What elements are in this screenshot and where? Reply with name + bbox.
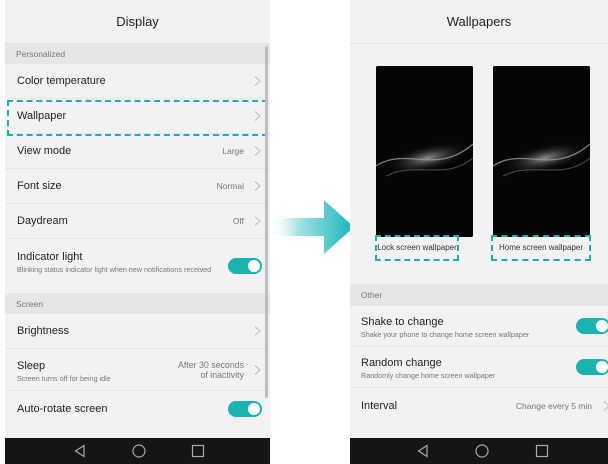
setting-label: Sleep [17, 360, 46, 372]
setting-random-change[interactable]: Random change Randomly change home scree… [350, 347, 608, 388]
toggle-knob [596, 361, 608, 373]
wallpaper-highlight-box [7, 100, 268, 136]
setting-label: View mode [17, 145, 72, 157]
setting-label: Auto-rotate screen [17, 402, 108, 415]
setting-brightness[interactable]: Brightness [5, 314, 270, 349]
home-circle-icon[interactable] [475, 444, 489, 458]
random-change-toggle[interactable] [576, 359, 608, 375]
recents-square-icon[interactable] [535, 444, 549, 458]
setting-shake-to-change[interactable]: Shake to change Shake your phone to chan… [350, 306, 608, 347]
chevron-right-icon [254, 76, 261, 86]
setting-description: Screen turns off for being idle [17, 374, 111, 383]
setting-value: Off [232, 216, 244, 226]
lock-screen-wallpaper-label[interactable]: Lock screen wallpaper [375, 243, 459, 252]
navigation-bar [350, 438, 608, 464]
setting-description: Randomly change home screen wallpaper [361, 371, 496, 380]
setting-label: Shake to change [361, 316, 444, 328]
screen-title: Wallpapers [350, 0, 608, 44]
setting-font-size[interactable]: Font size Normal [5, 169, 270, 204]
setting-label: Daydream [17, 215, 68, 227]
setting-label: Random change [361, 357, 442, 369]
back-triangle-icon[interactable] [416, 444, 430, 458]
home-screen-wallpaper-label[interactable]: Home screen wallpaper [491, 243, 591, 252]
wallpaper-image [376, 66, 473, 237]
setting-label: Color temperature [17, 75, 106, 87]
setting-value: Change every 5 min [515, 401, 592, 411]
setting-daydream[interactable]: Daydream Off [5, 204, 270, 239]
setting-value: Large [222, 146, 244, 156]
chevron-right-icon [254, 364, 261, 375]
recents-square-icon[interactable] [191, 444, 205, 458]
section-header-personalized: Personalized [5, 44, 270, 64]
section-header-other: Other [350, 284, 608, 306]
chevron-right-icon [254, 181, 261, 191]
chevron-right-icon [254, 326, 261, 336]
toggle-knob [596, 320, 608, 332]
setting-description: Shake your phone to change home screen w… [361, 330, 530, 339]
setting-label: Interval [361, 400, 398, 412]
toggle-knob [248, 260, 260, 272]
toggle-knob [248, 402, 260, 415]
setting-sleep[interactable]: Sleep Screen turns off for being idle Af… [5, 349, 270, 391]
indicator-light-toggle[interactable] [228, 258, 262, 274]
wallpaper-previews: Lock screen wallpaper Home screen wallpa… [350, 44, 608, 284]
setting-value: Normal [216, 181, 244, 191]
setting-label: Indicator light [17, 251, 83, 263]
lock-screen-wallpaper-preview[interactable] [376, 66, 473, 237]
wallpaper-image [493, 66, 590, 237]
setting-value: After 30 seconds of inactivity [178, 360, 244, 380]
sleep-value-line2: of inactivity [200, 369, 244, 380]
setting-interval[interactable]: Interval Change every 5 min [350, 388, 608, 424]
screen-title: Display [5, 0, 270, 44]
navigation-bar [5, 438, 270, 464]
chevron-right-icon [254, 146, 261, 156]
home-screen-wallpaper-preview[interactable] [493, 66, 590, 237]
setting-label: Font size [17, 180, 62, 192]
setting-label: Brightness [17, 325, 69, 337]
arrow-right-icon [268, 200, 354, 254]
setting-auto-rotate[interactable]: Auto-rotate screen [5, 391, 270, 426]
auto-rotate-toggle[interactable] [228, 400, 262, 417]
chevron-right-icon [603, 401, 608, 411]
setting-view-mode[interactable]: View mode Large [5, 134, 270, 169]
setting-indicator-light[interactable]: Indicator light Blinking status indicato… [5, 239, 270, 294]
wallpapers-screen: Wallpapers Lock screen wallpaper Home sc… [350, 0, 608, 464]
display-settings-screen: Display Personalized Color temperature W… [5, 0, 270, 464]
section-header-screen: Screen [5, 294, 270, 314]
setting-description: Blinking status indicator light when new… [17, 265, 212, 274]
chevron-right-icon [254, 216, 261, 226]
sleep-value-line1: After 30 seconds [177, 359, 244, 370]
back-triangle-icon[interactable] [73, 444, 87, 458]
setting-color-temperature[interactable]: Color temperature [5, 64, 270, 99]
home-circle-icon[interactable] [132, 444, 146, 458]
shake-to-change-toggle[interactable] [576, 318, 608, 334]
